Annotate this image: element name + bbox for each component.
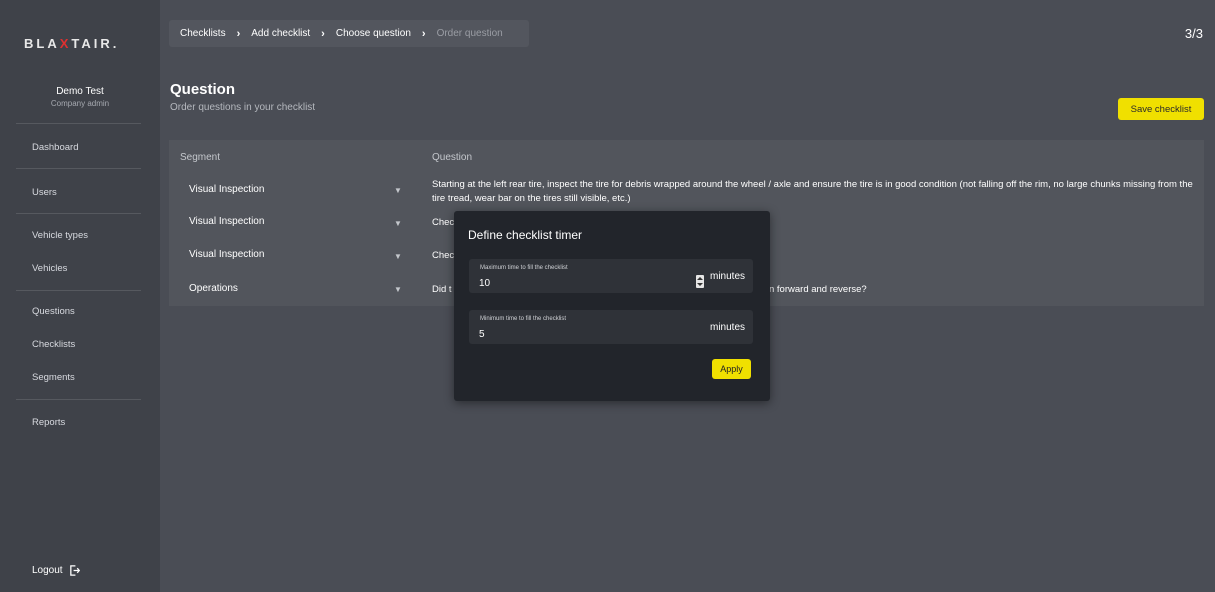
number-spinner-icon[interactable]: [696, 275, 704, 288]
apply-button[interactable]: Apply: [712, 359, 751, 379]
min-time-input[interactable]: 5: [479, 329, 485, 340]
min-time-field[interactable]: Minimum time to fill the checklist 5 min…: [469, 310, 753, 344]
app-window: BLAXTAIR. Demo Test Company admin Dashbo…: [0, 0, 1215, 592]
max-time-input[interactable]: 10: [479, 278, 490, 289]
min-time-label: Minimum time to fill the checklist: [480, 316, 567, 322]
max-time-field[interactable]: Maximum time to fill the checklist 10 mi…: [469, 259, 753, 293]
max-time-unit: minutes: [709, 271, 745, 282]
dialog-title: Define checklist timer: [468, 228, 583, 242]
max-time-label: Maximum time to fill the checklist: [480, 265, 568, 271]
min-time-unit: minutes: [709, 322, 745, 333]
checklist-timer-dialog: Define checklist timer Maximum time to f…: [454, 211, 770, 401]
